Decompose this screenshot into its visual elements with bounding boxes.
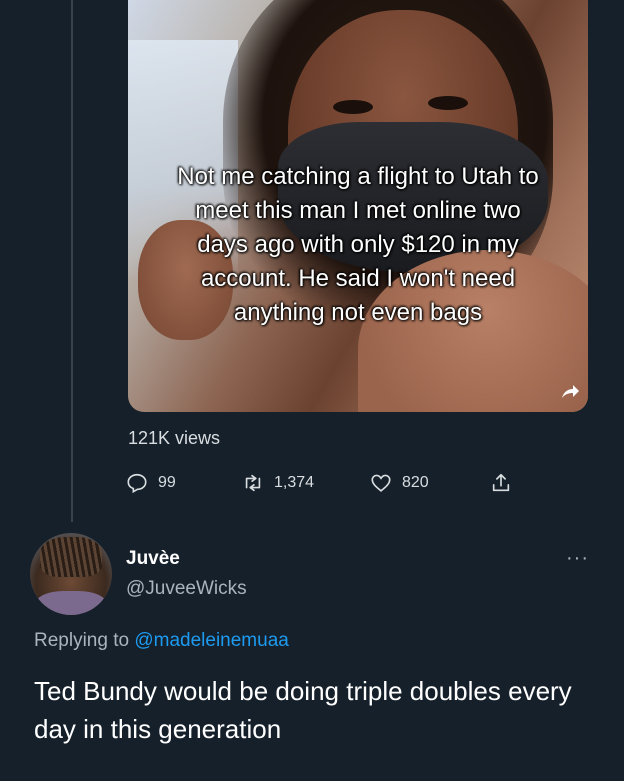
retweet-count: 1,374	[274, 474, 315, 491]
display-name[interactable]: Juvèe	[126, 548, 180, 570]
share-button[interactable]	[490, 470, 522, 496]
replying-to-prefix: Replying to	[34, 630, 130, 651]
retweet-icon	[245, 474, 261, 492]
replying-to-line: Replying to @madeleinemuaa	[34, 630, 289, 652]
tweet-action-bar: 99 1,374 820	[126, 470, 526, 496]
replying-to-mention-link[interactable]: @madeleinemuaa	[134, 630, 289, 651]
heart-icon	[371, 474, 391, 492]
right-eye	[428, 96, 468, 110]
share-corner-icon[interactable]	[560, 382, 580, 408]
tweet-text: Ted Bundy would be doing triple doubles …	[34, 676, 572, 744]
tweet-thread: Not me catching a flight to Utah to meet…	[0, 0, 624, 781]
user-handle[interactable]: @JuveeWicks	[126, 578, 247, 600]
reply-count: 99	[158, 474, 176, 491]
avatar[interactable]	[30, 533, 112, 615]
reply-button[interactable]: 99	[126, 470, 176, 496]
left-eye	[333, 100, 373, 114]
video-caption-overlay: Not me catching a flight to Utah to meet…	[177, 163, 539, 326]
share-icon	[492, 473, 510, 492]
more-icon[interactable]: ···	[566, 547, 589, 570]
thread-connector-line	[71, 0, 73, 522]
video-thumbnail[interactable]: Not me catching a flight to Utah to meet…	[128, 0, 588, 412]
like-button[interactable]: 820	[370, 470, 429, 496]
reply-icon	[127, 473, 147, 494]
retweet-button[interactable]: 1,374	[242, 470, 314, 496]
like-count: 820	[402, 474, 429, 491]
avatar-hair	[40, 537, 102, 577]
avatar-shirt	[36, 591, 106, 615]
view-count: 121K views	[128, 428, 221, 448]
